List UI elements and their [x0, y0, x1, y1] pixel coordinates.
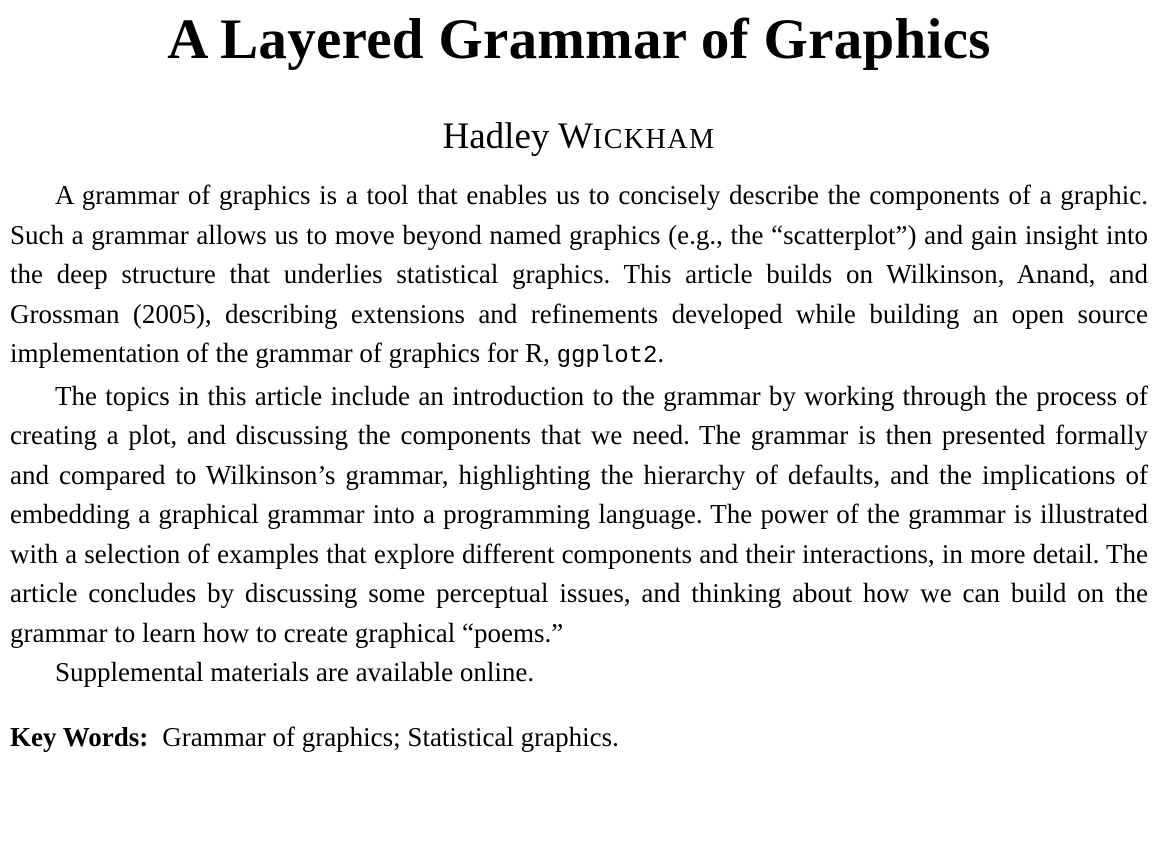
keywords-line: Key Words: Grammar of graphics; Statistic… [10, 719, 1148, 755]
abstract: A grammar of graphics is a tool that ena… [10, 176, 1148, 693]
abstract-paragraph-3: Supplemental materials are available onl… [55, 657, 535, 687]
abstract-paragraph-1: A grammar of graphics is a tool that ena… [10, 176, 1148, 377]
keywords-label: Key Words: [10, 721, 149, 752]
abstract-paragraph-1-text: A grammar of graphics is a tool that ena… [10, 180, 1148, 368]
author-last-initial: W [557, 116, 593, 157]
paper-page: A Layered Grammar of Graphics Hadley WIC… [10, 0, 1148, 755]
author-name: Hadley WICKHAM [10, 74, 1148, 162]
paper-title: A Layered Grammar of Graphics [167, 8, 991, 71]
abstract-paragraph-2: The topics in this article include an in… [10, 380, 1148, 648]
package-name-code: ggplot2 [556, 343, 658, 370]
author-last-name: WICKHAM [558, 116, 716, 157]
author-first-name: Hadley [442, 116, 550, 157]
keywords-text: Grammar of graphics; Statistical graphic… [162, 721, 619, 752]
author-last-smallcaps: ICKHAM [592, 124, 716, 155]
abstract-paragraph-1-end: . [657, 338, 665, 368]
